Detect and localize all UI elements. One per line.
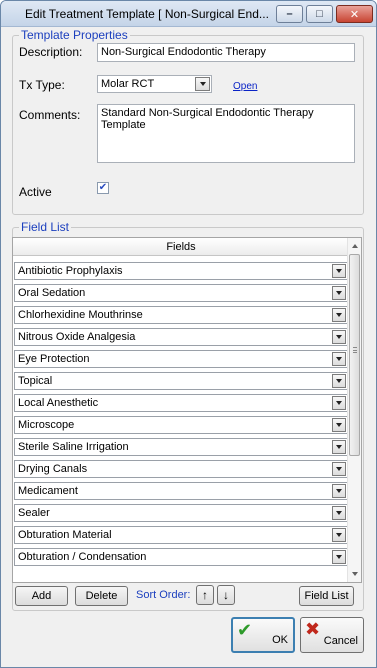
field-row-label: Medicament xyxy=(18,485,78,497)
field-row[interactable]: Drying Canals xyxy=(14,460,348,478)
chevron-down-icon[interactable] xyxy=(332,396,346,410)
chevron-down-icon[interactable] xyxy=(332,264,346,278)
x-icon: ✖ xyxy=(305,619,321,639)
comments-textarea[interactable]: Standard Non-Surgical Endodontic Therapy… xyxy=(97,104,355,163)
field-row[interactable]: Obturation Material xyxy=(14,526,348,544)
field-row[interactable]: Topical xyxy=(14,372,348,390)
field-row[interactable]: Microscope xyxy=(14,416,348,434)
vertical-scrollbar[interactable] xyxy=(347,238,361,582)
field-row-label: Sterile Saline Irrigation xyxy=(18,441,129,453)
field-row-label: Eye Protection xyxy=(18,353,90,365)
tx-type-value: Molar RCT xyxy=(101,78,155,90)
field-row[interactable]: Medicament xyxy=(14,482,348,500)
ok-label: OK xyxy=(272,634,288,646)
field-row[interactable]: Oral Sedation xyxy=(14,284,348,302)
field-row-label: Oral Sedation xyxy=(18,287,86,299)
field-row-label: Obturation / Condensation xyxy=(18,551,147,563)
chevron-down-icon[interactable] xyxy=(195,77,210,91)
window-title: Edit Treatment Template [ Non-Surgical E… xyxy=(25,7,269,21)
description-label: Description: xyxy=(19,45,83,59)
active-label: Active xyxy=(19,185,52,199)
chevron-down-icon[interactable] xyxy=(332,418,346,432)
field-row-label: Obturation Material xyxy=(18,529,112,541)
chevron-down-icon[interactable] xyxy=(332,308,346,322)
field-row[interactable]: Antibiotic Prophylaxis xyxy=(14,262,348,280)
field-row[interactable]: Obturation / Condensation xyxy=(14,548,348,566)
ok-button[interactable]: ✔ OK xyxy=(231,617,295,653)
field-row-label: Local Anesthetic xyxy=(18,397,99,409)
active-checkbox[interactable]: ✔ xyxy=(97,182,109,194)
chevron-down-icon[interactable] xyxy=(332,330,346,344)
fields-column-header[interactable]: Fields xyxy=(13,238,349,256)
close-button[interactable]: ✕ xyxy=(336,5,373,23)
chevron-down-icon[interactable] xyxy=(332,550,346,564)
field-row[interactable]: Eye Protection xyxy=(14,350,348,368)
chevron-down-icon[interactable] xyxy=(332,440,346,454)
field-row-label: Microscope xyxy=(18,419,75,431)
tx-type-select[interactable]: Molar RCT xyxy=(97,75,212,93)
field-row-label: Topical xyxy=(18,375,53,387)
add-button[interactable]: Add xyxy=(15,586,68,606)
template-properties-legend: Template Properties xyxy=(19,28,130,42)
chevron-down-icon[interactable] xyxy=(332,462,346,476)
cancel-label: Cancel xyxy=(323,635,358,647)
field-row[interactable]: Chlorhexidine Mouthrinse xyxy=(14,306,348,324)
fields-grid: Fields Antibiotic Prophylaxis Oral Sedati… xyxy=(12,237,362,583)
open-link[interactable]: Open xyxy=(233,81,257,92)
cancel-button[interactable]: ✖ Cancel xyxy=(300,617,364,653)
chevron-down-icon[interactable] xyxy=(332,528,346,542)
field-row[interactable]: Sterile Saline Irrigation xyxy=(14,438,348,456)
tx-type-label: Tx Type: xyxy=(19,78,65,92)
check-icon: ✔ xyxy=(237,620,253,640)
field-row[interactable]: Nitrous Oxide Analgesia xyxy=(14,328,348,346)
field-row-label: Sealer xyxy=(18,507,50,519)
chevron-down-icon[interactable] xyxy=(332,374,346,388)
maximize-button[interactable]: □ xyxy=(306,5,333,23)
field-row[interactable]: Local Anesthetic xyxy=(14,394,348,412)
field-row-label: Nitrous Oxide Analgesia xyxy=(18,331,136,343)
minimize-button[interactable]: – xyxy=(276,5,303,23)
comments-label: Comments: xyxy=(19,108,81,122)
field-row-label: Drying Canals xyxy=(18,463,88,475)
field-row[interactable]: Sealer xyxy=(14,504,348,522)
chevron-down-icon[interactable] xyxy=(332,484,346,498)
field-list-button[interactable]: Field List xyxy=(299,586,354,606)
field-row-label: Chlorhexidine Mouthrinse xyxy=(18,309,143,321)
field-row-label: Antibiotic Prophylaxis xyxy=(18,265,123,277)
title-bar[interactable]: Edit Treatment Template [ Non-Surgical E… xyxy=(1,1,376,27)
description-input[interactable]: Non-Surgical Endodontic Therapy xyxy=(97,43,355,62)
sort-up-button[interactable]: ↑ xyxy=(196,585,214,605)
sort-order-label: Sort Order: xyxy=(136,589,191,601)
delete-button[interactable]: Delete xyxy=(75,586,128,606)
field-list-legend: Field List xyxy=(19,220,72,234)
scrollbar-thumb[interactable] xyxy=(349,254,360,456)
chevron-down-icon[interactable] xyxy=(332,506,346,520)
scroll-up-icon[interactable] xyxy=(348,239,361,253)
edit-treatment-template-window: Edit Treatment Template [ Non-Surgical E… xyxy=(0,0,377,668)
scroll-down-icon[interactable] xyxy=(348,567,361,581)
chevron-down-icon[interactable] xyxy=(332,352,346,366)
sort-down-button[interactable]: ↓ xyxy=(217,585,235,605)
chevron-down-icon[interactable] xyxy=(332,286,346,300)
